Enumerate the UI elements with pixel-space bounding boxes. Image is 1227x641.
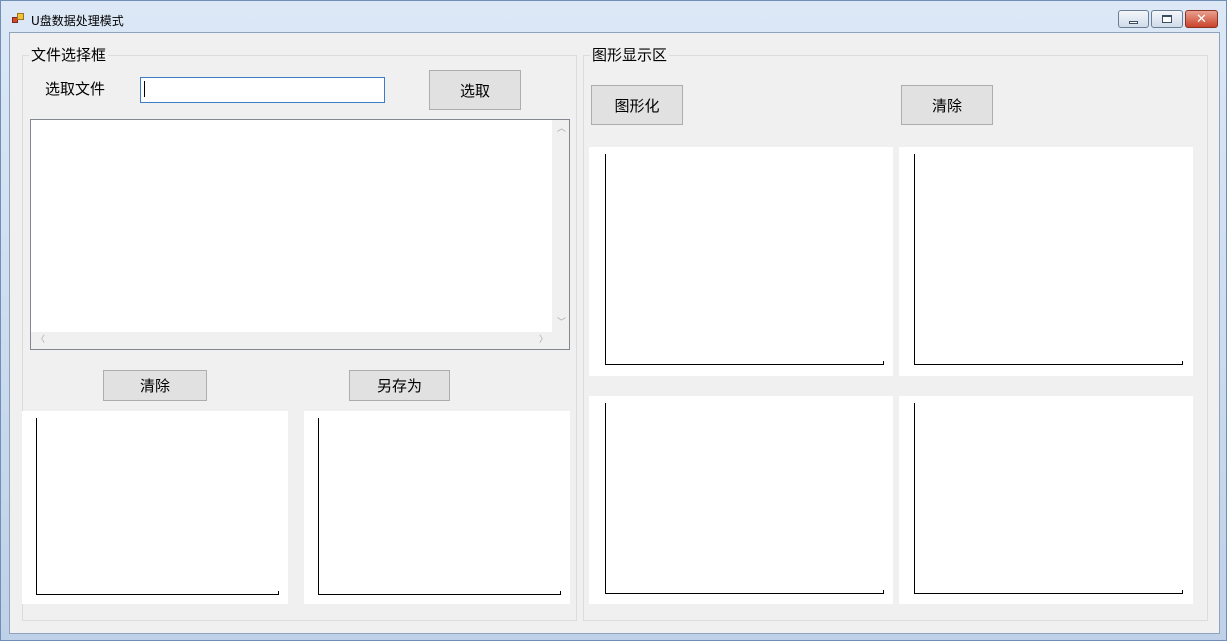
chart-right-4 [899, 396, 1193, 604]
chart-right-1 [589, 147, 893, 376]
scroll-up-icon[interactable]: ︿ [557, 125, 566, 134]
close-icon: ✕ [1196, 11, 1207, 27]
chart-right-3 [589, 396, 893, 604]
chart-right-3-axes [605, 403, 884, 594]
maximize-button[interactable] [1151, 10, 1183, 28]
minimize-button[interactable] [1118, 10, 1149, 28]
chart-right-1-axes [605, 154, 884, 365]
maximize-icon [1162, 15, 1172, 23]
text-caret [144, 81, 145, 97]
app-icon [12, 13, 24, 25]
vertical-scrollbar[interactable]: ︿ ﹀ [552, 120, 569, 332]
clear-graph-button[interactable]: 清除 [901, 85, 993, 125]
chart-left-2 [304, 411, 570, 604]
app-window: U盘数据处理模式 ✕ 文件选择框 选取文件 选取 ︿ ﹀ 〈 〉 清除 另存为 … [0, 0, 1227, 641]
scroll-right-icon[interactable]: 〉 [539, 336, 548, 345]
close-button[interactable]: ✕ [1185, 10, 1218, 28]
scroll-down-icon[interactable]: ﹀ [557, 319, 566, 328]
chart-left-1-axes [36, 418, 279, 595]
select-button[interactable]: 选取 [429, 70, 521, 110]
client-area: 文件选择框 选取文件 选取 ︿ ﹀ 〈 〉 清除 另存为 图形显示区 图形化 清… [9, 32, 1220, 634]
scroll-corner [552, 332, 569, 349]
horizontal-scrollbar[interactable]: 〈 〉 [31, 332, 552, 349]
minimize-icon [1129, 20, 1138, 24]
chart-left-1 [22, 411, 288, 604]
chart-right-2-axes [914, 154, 1183, 365]
graph-group-title: 图形显示区 [590, 46, 670, 64]
chart-right-2 [899, 147, 1193, 376]
clear-file-button[interactable]: 清除 [103, 370, 207, 401]
scroll-left-icon[interactable]: 〈 [36, 336, 45, 345]
file-path-input[interactable] [140, 77, 385, 103]
graphify-button[interactable]: 图形化 [591, 85, 683, 125]
save-as-button[interactable]: 另存为 [349, 370, 450, 401]
window-title: U盘数据处理模式 [31, 14, 124, 28]
chart-left-2-axes [318, 418, 561, 595]
select-file-label: 选取文件 [45, 80, 106, 98]
chart-right-4-axes [914, 403, 1183, 594]
file-group-title: 文件选择框 [29, 46, 109, 64]
file-content-box[interactable]: ︿ ﹀ 〈 〉 [30, 119, 570, 350]
